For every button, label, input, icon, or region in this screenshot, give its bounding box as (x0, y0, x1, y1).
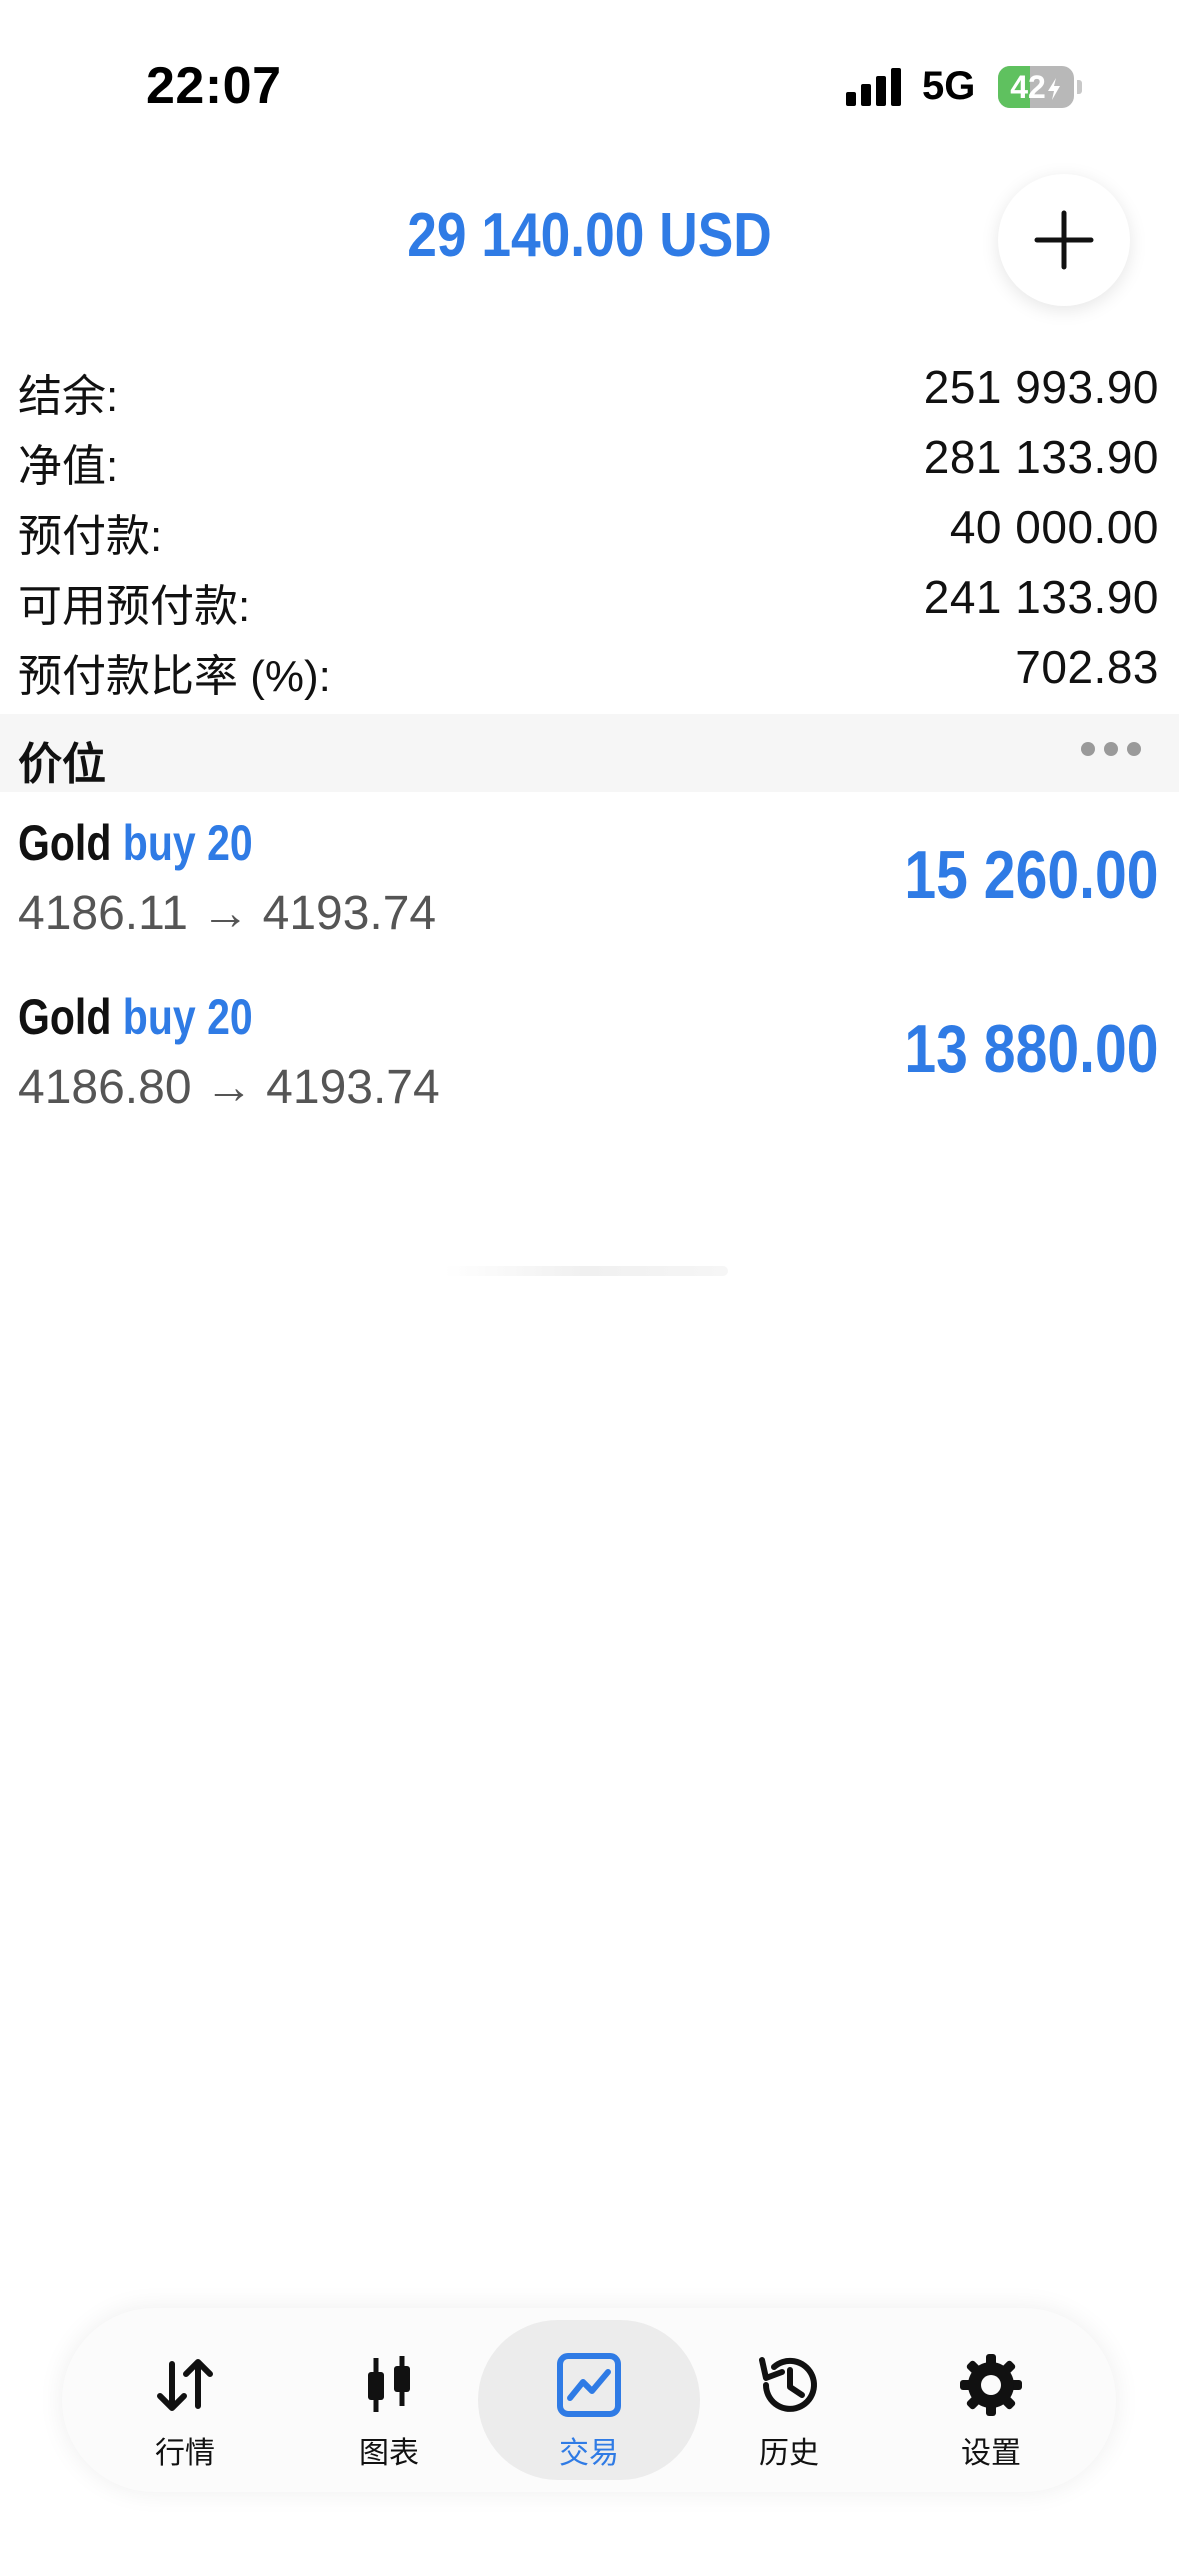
tab-bar: 行情 图表 交易 历史 设置 (62, 2308, 1116, 2492)
tab-label: 行情 (155, 2437, 215, 2470)
arrows-up-down-icon (157, 2359, 213, 2411)
summary-label: 结余: (18, 372, 119, 421)
positions-list: Gold buy 20 4186.11 → 4193.74 15 260.00 … (0, 800, 1179, 1148)
position-symbol: Gold (18, 815, 112, 871)
tab-quotes[interactable]: 行情 (74, 2320, 296, 2480)
summary-label: 净值: (18, 442, 119, 491)
position-profit: 13 880.00 (904, 1011, 1159, 1087)
summary-row-equity: 净值: 281 133.90 (0, 422, 1179, 492)
battery-cap (1077, 80, 1082, 94)
summary-label: 可用预付款: (18, 582, 251, 631)
summary-value: 40 000.00 (949, 501, 1159, 553)
summary-row-balance: 结余: 251 993.90 (0, 352, 1179, 422)
position-type: buy 20 (122, 815, 253, 871)
position-type: buy 20 (122, 989, 253, 1045)
tab-trade[interactable]: 交易 (478, 2320, 700, 2480)
position-row[interactable]: Gold buy 20 4186.80 → 4193.74 13 880.00 (0, 974, 1179, 1148)
tab-label: 历史 (759, 2437, 819, 2470)
status-time: 22:07 (146, 57, 282, 115)
tab-history[interactable]: 历史 (678, 2320, 900, 2480)
position-row[interactable]: Gold buy 20 4186.11 → 4193.74 15 260.00 (0, 800, 1179, 974)
profit-total-title: 29 140.00 USD (407, 201, 772, 270)
summary-row-free-margin: 可用预付款: 241 133.90 (0, 562, 1179, 632)
summary-label: 预付款比率 (%): (18, 652, 331, 701)
tab-label: 图表 (359, 2437, 419, 2470)
battery-level: 42 (998, 66, 1074, 108)
add-order-button[interactable] (998, 174, 1130, 306)
status-bar: 22:07 5G 42 (0, 0, 1179, 150)
tab-label: 设置 (961, 2437, 1021, 2470)
position-symbol: Gold (18, 989, 112, 1045)
section-title: 价位 (18, 740, 106, 789)
signal-icon (846, 66, 904, 106)
summary-label: 预付款: (18, 512, 163, 561)
position-prices: 4186.11 → 4193.74 (18, 887, 437, 940)
plus-icon (1034, 210, 1094, 270)
position-title: Gold buy 20 (18, 988, 253, 1046)
candlestick-icon (368, 2356, 410, 2412)
summary-row-margin-level: 预付款比率 (%): 702.83 (0, 632, 1179, 702)
summary-value: 281 133.90 (923, 431, 1159, 483)
network-type: 5G (922, 64, 976, 108)
account-summary: 结余: 251 993.90 净值: 281 133.90 预付款: 40 00… (0, 352, 1179, 702)
summary-value: 702.83 (1015, 641, 1159, 693)
more-dots-icon[interactable] (1081, 742, 1141, 758)
list-end-indicator (444, 1266, 728, 1276)
summary-value: 241 133.90 (923, 571, 1159, 623)
position-profit: 15 260.00 (904, 837, 1159, 913)
summary-row-margin: 预付款: 40 000.00 (0, 492, 1179, 562)
tab-chart[interactable]: 图表 (278, 2320, 500, 2480)
trade-chart-icon (557, 2353, 621, 2417)
tab-label: 交易 (559, 2437, 619, 2470)
position-prices: 4186.80 → 4193.74 (18, 1061, 440, 1114)
summary-value: 251 993.90 (923, 361, 1159, 413)
position-title: Gold buy 20 (18, 814, 253, 872)
header: 29 140.00 USD (0, 170, 1179, 310)
gear-icon (960, 2354, 1022, 2416)
tab-settings[interactable]: 设置 (880, 2320, 1102, 2480)
positions-section-header: 价位 (0, 714, 1179, 792)
battery-icon: 42 (998, 66, 1074, 108)
history-icon (759, 2357, 817, 2412)
